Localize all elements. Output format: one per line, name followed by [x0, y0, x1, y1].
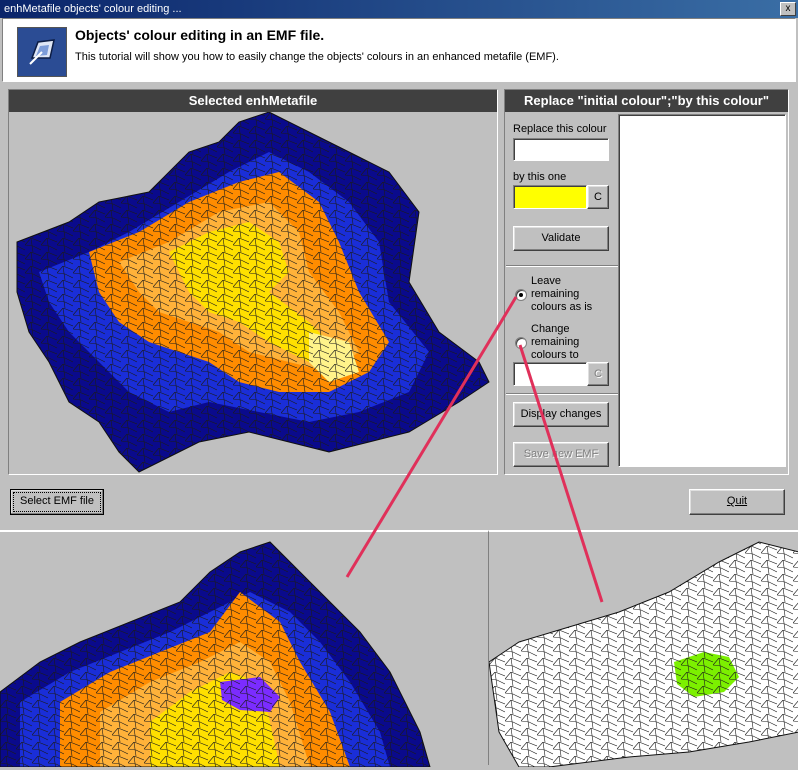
annotation-line-leave	[345, 296, 518, 578]
annotation-overlay	[345, 296, 604, 603]
annotation-line-change	[518, 344, 604, 603]
